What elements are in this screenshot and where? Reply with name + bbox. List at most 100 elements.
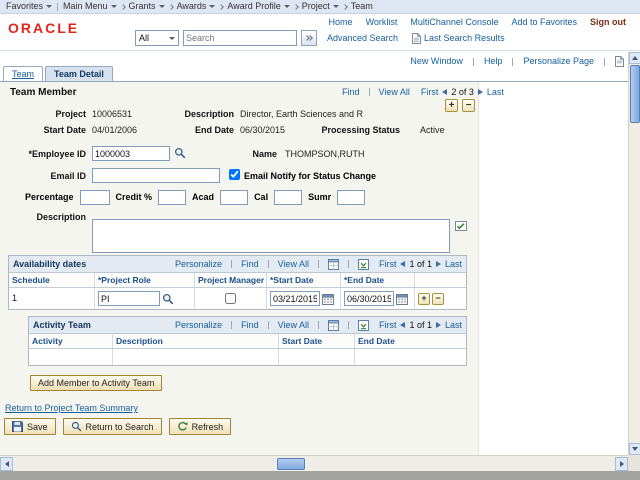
search-input[interactable] — [183, 30, 297, 46]
personalize-page-link[interactable]: Personalize Page — [523, 56, 594, 67]
cal-input[interactable] — [274, 190, 302, 205]
start-date-input[interactable] — [270, 291, 320, 306]
separator — [268, 321, 269, 329]
column-header-schedule: Schedule — [9, 273, 95, 287]
credit-input[interactable] — [158, 190, 186, 205]
previous-page-button[interactable] — [400, 261, 405, 267]
breadcrumb-item-project[interactable]: Project — [302, 1, 339, 12]
vertical-scrollbar[interactable] — [628, 52, 640, 455]
project-role-input[interactable] — [98, 291, 160, 306]
first-link[interactable]: First — [379, 320, 397, 331]
last-link[interactable]: Last — [445, 320, 462, 331]
add-row-button[interactable]: + — [418, 293, 430, 305]
zoom-grid-icon[interactable] — [328, 320, 339, 331]
last-search-results[interactable]: Last Search Results — [412, 33, 505, 44]
find-link[interactable]: Find — [241, 320, 259, 331]
nav-multichannel-console[interactable]: MultiChannel Console — [410, 17, 498, 28]
return-to-search-button[interactable]: Return to Search — [63, 418, 162, 435]
previous-page-button[interactable] — [400, 322, 405, 328]
horizontal-scrollbar[interactable] — [0, 455, 628, 471]
find-link[interactable]: Find — [342, 87, 360, 98]
delete-row-button[interactable]: − — [462, 99, 475, 112]
breadcrumb-label: Project — [302, 1, 330, 12]
tab-team[interactable]: Team — [3, 66, 43, 82]
email-notify-checkbox[interactable] — [229, 169, 240, 180]
project-role-lookup-icon[interactable] — [162, 293, 174, 305]
copy-url-icon[interactable] — [615, 56, 624, 67]
employee-id-lookup-icon[interactable] — [174, 147, 186, 159]
delete-row-button[interactable]: − — [432, 293, 444, 305]
previous-row-button[interactable] — [442, 89, 447, 95]
first-link[interactable]: First — [421, 87, 439, 98]
save-label: Save — [27, 422, 48, 432]
activity-team-links: Personalize Find View All First 1 of 1 L… — [175, 320, 462, 331]
next-row-button[interactable] — [478, 89, 483, 95]
add-member-to-activity-team-button[interactable]: Add Member to Activity Team — [30, 375, 162, 391]
availability-dates-title: Availability dates — [13, 259, 86, 270]
advanced-search-link[interactable]: Advanced Search — [327, 33, 398, 44]
separator — [231, 321, 232, 329]
zoom-grid-icon[interactable] — [328, 259, 339, 270]
acad-input[interactable] — [220, 190, 248, 205]
breadcrumb-item-grants[interactable]: Grants — [129, 1, 165, 12]
new-window-link[interactable]: New Window — [410, 56, 463, 67]
download-grid-icon[interactable] — [358, 259, 369, 270]
help-link[interactable]: Help — [484, 56, 503, 67]
personalize-link[interactable]: Personalize — [175, 259, 222, 270]
nav-sign-out[interactable]: Sign out — [590, 17, 626, 28]
return-to-search-label: Return to Search — [86, 422, 154, 432]
breadcrumb-item-main-menu[interactable]: Main Menu — [63, 1, 117, 12]
personalize-link[interactable]: Personalize — [175, 320, 222, 331]
search-go-button[interactable] — [301, 30, 317, 46]
view-all-link[interactable]: View All — [278, 320, 309, 331]
column-header-project-role: *Project Role — [95, 273, 195, 287]
end-date-calendar-icon[interactable] — [396, 293, 408, 305]
sumr-input[interactable] — [337, 190, 365, 205]
breadcrumb-item-award-profile[interactable]: Award Profile — [227, 1, 289, 12]
availability-dates-toolbar: Availability dates Personalize Find View… — [9, 256, 466, 273]
save-button[interactable]: Save — [4, 418, 56, 435]
breadcrumb: Favorites Main Menu Grants Awards Award … — [0, 0, 640, 14]
percentage-input[interactable] — [80, 190, 110, 205]
download-grid-icon[interactable] — [358, 320, 369, 331]
add-row-button[interactable]: + — [445, 99, 458, 112]
scroll-up-button[interactable] — [629, 52, 640, 64]
first-link[interactable]: First — [379, 259, 397, 270]
find-link[interactable]: Find — [241, 259, 259, 270]
breadcrumb-item-favorites[interactable]: Favorites — [6, 1, 52, 12]
refresh-button[interactable]: Refresh — [169, 418, 232, 435]
project-manager-checkbox[interactable] — [225, 293, 236, 304]
column-header-end-date: *End Date — [341, 273, 415, 287]
application-window: Favorites Main Menu Grants Awards Award … — [0, 0, 640, 480]
vertical-scroll-thumb[interactable] — [630, 65, 640, 123]
view-all-link[interactable]: View All — [278, 259, 309, 270]
search-scope-value: All — [139, 33, 149, 44]
spell-check-icon[interactable] — [455, 220, 467, 232]
email-id-input[interactable] — [92, 168, 220, 183]
effort-row: Percentage Credit % Acad Cal Sumr — [25, 190, 365, 205]
scroll-right-button[interactable] — [615, 457, 628, 471]
search-icon — [71, 421, 82, 432]
horizontal-scroll-thumb[interactable] — [277, 458, 305, 470]
description-textarea[interactable] — [92, 219, 450, 253]
breadcrumb-separator-icon — [342, 4, 348, 10]
breadcrumb-item-awards[interactable]: Awards — [177, 1, 216, 12]
description-value: Director, Earth Sciences and R — [240, 109, 363, 120]
nav-worklist[interactable]: Worklist — [366, 17, 398, 28]
view-all-link[interactable]: View All — [379, 87, 410, 98]
scroll-down-button[interactable] — [629, 443, 640, 455]
end-date-input[interactable] — [344, 291, 394, 306]
return-to-project-team-summary-link[interactable]: Return to Project Team Summary — [5, 403, 138, 414]
nav-add-to-favorites[interactable]: Add to Favorites — [511, 17, 577, 28]
last-link[interactable]: Last — [487, 87, 504, 98]
start-date-calendar-icon[interactable] — [322, 293, 334, 305]
next-page-button[interactable] — [436, 261, 441, 267]
last-link[interactable]: Last — [445, 259, 462, 270]
scroll-left-button[interactable] — [0, 457, 13, 471]
employee-id-input[interactable] — [92, 146, 170, 161]
tab-team-detail[interactable]: Team Detail — [45, 66, 113, 82]
search-scope-select[interactable]: All — [135, 30, 179, 46]
nav-home[interactable]: Home — [329, 17, 353, 28]
next-page-button[interactable] — [436, 322, 441, 328]
end-date-value: 06/30/2015 — [240, 125, 285, 136]
